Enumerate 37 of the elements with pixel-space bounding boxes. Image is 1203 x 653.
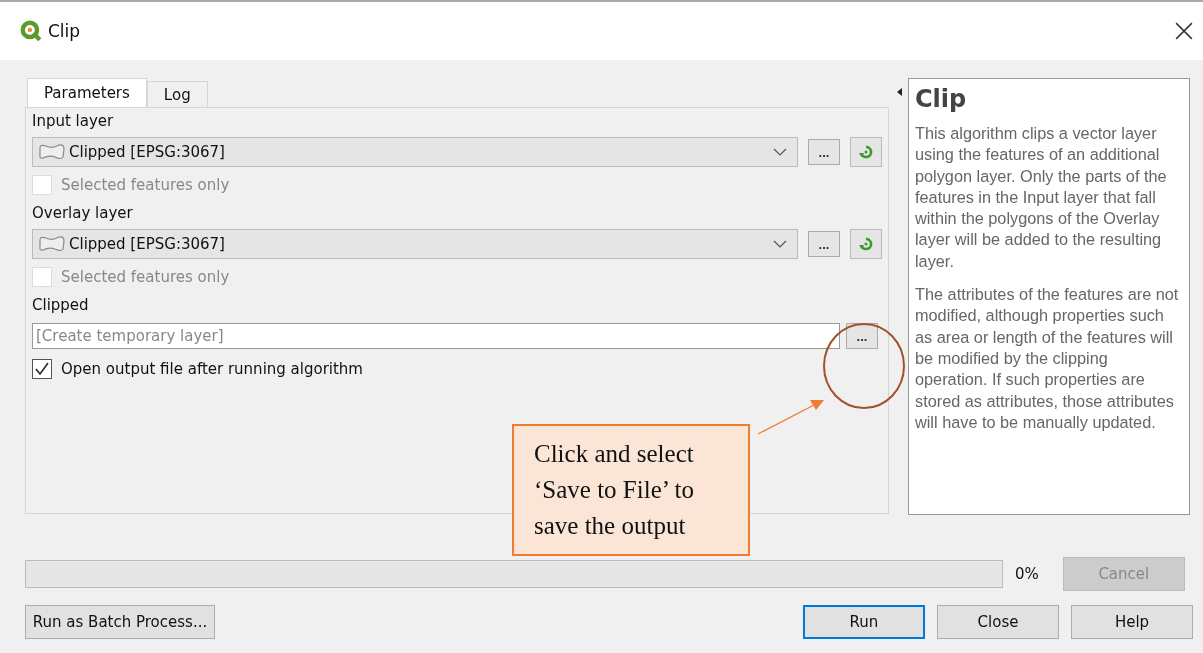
pointer-arrow — [756, 398, 826, 436]
refresh-icon — [858, 144, 874, 160]
dialog-button[interactable]: Help — [1071, 605, 1193, 639]
field-label: Input layer — [32, 112, 115, 130]
close-icon[interactable] — [1175, 22, 1193, 40]
browse-button[interactable]: ... — [808, 139, 840, 165]
browse-button[interactable]: ... — [808, 231, 840, 257]
help-text: The attributes of the features are not modified, although properties such as area or length of the features will be modified by the clipping operation. If such properties are stored as attributes, those attributes will have to be manually updated. — [915, 284, 1180, 433]
help-text: This algorithm clips a vector layer using the features of an additional polygon layer. Only the parts of the features in the Input layer that fall within the polygons of the Overlay layer will be added to the resulting layer. — [915, 123, 1168, 272]
tab[interactable]: Parameters — [27, 78, 147, 107]
collapse-arrow-icon[interactable] — [897, 88, 902, 96]
checkbox-label: Selected features only — [61, 268, 230, 286]
progress-percent: 0% — [1015, 565, 1039, 583]
checkbox[interactable] — [32, 359, 52, 379]
app-logo-icon — [20, 20, 42, 42]
checkbox-label: Open output file after running algorithm — [61, 360, 363, 378]
checkbox-label: Selected features only — [61, 176, 230, 194]
refresh-icon — [858, 236, 874, 252]
dialog-button[interactable]: Run — [803, 605, 925, 639]
field-label: Overlay layer — [32, 204, 134, 222]
output-field[interactable]: [Create temporary layer] — [32, 323, 840, 349]
polygon-layer-icon — [37, 143, 67, 161]
polygon-layer-icon — [37, 235, 67, 253]
window-title: Clip — [48, 21, 82, 41]
iterate-button[interactable] — [850, 137, 882, 167]
chevron-down-icon — [773, 148, 787, 156]
dialog-button[interactable]: Close — [937, 605, 1059, 639]
iterate-button[interactable] — [850, 229, 882, 259]
layer-dropdown[interactable]: Clipped [EPSG:3067] — [32, 229, 798, 259]
help-title: Clip — [915, 85, 968, 113]
chevron-down-icon — [773, 240, 787, 248]
browse-button[interactable]: ... — [846, 323, 878, 349]
layer-dropdown[interactable]: Clipped [EPSG:3067] — [32, 137, 798, 167]
batch-process-button[interactable]: Run as Batch Process... — [25, 605, 215, 639]
callout-note: Click and select ‘Save to File’ to save the output — [512, 424, 750, 556]
field-label: Clipped — [32, 296, 90, 314]
tab[interactable]: Log — [146, 81, 208, 107]
